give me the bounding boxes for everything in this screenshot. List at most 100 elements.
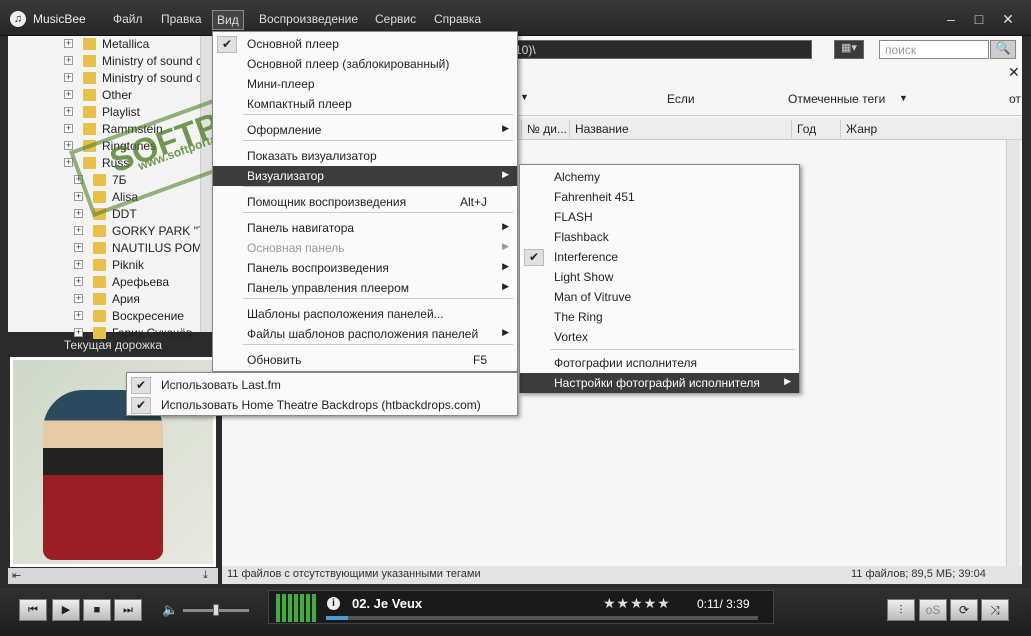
download-icon[interactable]: ⤓ bbox=[203, 569, 208, 582]
menu-view[interactable]: Вид bbox=[212, 10, 244, 30]
expand-icon[interactable]: + bbox=[64, 107, 73, 116]
collapse-icon[interactable]: ⇤ bbox=[12, 569, 21, 582]
visualizer-item[interactable]: Flashback bbox=[520, 227, 799, 247]
tree-item[interactable]: + Ministry of sound c bbox=[8, 53, 208, 70]
menu-item-label: Помощник воспроизведения bbox=[247, 195, 407, 209]
progress-bar[interactable] bbox=[326, 616, 758, 620]
column-header[interactable]: Название bbox=[575, 122, 629, 136]
play-icon[interactable]: ▶ bbox=[52, 599, 80, 621]
visualizer-item[interactable]: The Ring bbox=[520, 307, 799, 327]
view-switch-icon[interactable]: ▦▾ bbox=[834, 40, 864, 59]
volume-icon[interactable]: 🔈 bbox=[162, 602, 178, 618]
info-icon[interactable]: i bbox=[327, 597, 340, 610]
expand-icon[interactable]: + bbox=[74, 294, 83, 303]
menu-item-label: Фотографии исполнителя bbox=[554, 356, 697, 370]
expand-icon[interactable]: + bbox=[74, 277, 83, 286]
column-separator bbox=[521, 120, 522, 138]
menu-playback[interactable]: Воспроизведение bbox=[255, 10, 362, 30]
view-menu-item[interactable]: Шаблоны расположения панелей... bbox=[213, 304, 517, 324]
list-scrollbar[interactable] bbox=[1006, 140, 1020, 568]
photo-setting-item[interactable]: ✔ Использовать Last.fm bbox=[127, 375, 517, 395]
scrobble-icon[interactable]: oS bbox=[919, 599, 947, 621]
menu-help[interactable]: Справка bbox=[430, 10, 485, 30]
menu-file[interactable]: Файл bbox=[109, 10, 147, 30]
expand-icon[interactable]: + bbox=[64, 90, 73, 99]
view-menu-item[interactable]: Обновить F5 bbox=[213, 350, 517, 370]
expand-icon[interactable]: + bbox=[64, 56, 73, 65]
view-menu-item[interactable]: Компактный плеер bbox=[213, 94, 517, 114]
view-menu-item[interactable]: ✔ Основной плеер bbox=[213, 34, 517, 54]
tree-item[interactable]: + Ministry of sound c bbox=[8, 70, 208, 87]
minimize-icon[interactable]: – bbox=[941, 9, 961, 29]
artist-photos-item[interactable]: Фотографии исполнителя bbox=[520, 353, 799, 373]
shuffle-icon[interactable]: ⤨ bbox=[981, 599, 1009, 621]
view-menu-item[interactable]: Мини-плеер bbox=[213, 74, 517, 94]
column-header[interactable]: Жанр bbox=[846, 122, 877, 136]
chevron-down-icon[interactable]: ▼ bbox=[899, 93, 908, 103]
view-menu-item[interactable]: Показать визуализатор bbox=[213, 146, 517, 166]
tree-item[interactable]: + Арефьева bbox=[8, 274, 208, 291]
menu-tools[interactable]: Сервис bbox=[371, 10, 420, 30]
menu-edit[interactable]: Правка bbox=[157, 10, 206, 30]
visualizer-item[interactable]: Fahrenheit 451 bbox=[520, 187, 799, 207]
stop-icon[interactable]: ■ bbox=[83, 599, 111, 621]
column-header[interactable]: Год bbox=[797, 122, 816, 136]
close-icon[interactable]: ✕ bbox=[998, 9, 1018, 29]
equalizer-icon[interactable]: ⫶ bbox=[887, 599, 915, 621]
next-icon[interactable]: ⏭ bbox=[114, 599, 142, 621]
tree-item[interactable]: + Metallica bbox=[8, 36, 208, 53]
view-menu-item[interactable]: Панель управления плеером ▶ bbox=[213, 278, 517, 298]
view-menu-item[interactable]: Визуализатор ▶ bbox=[213, 166, 517, 186]
view-menu-item[interactable]: Панель воспроизведения ▶ bbox=[213, 258, 517, 278]
tree-item[interactable]: + Ария bbox=[8, 291, 208, 308]
menu-item-label: Мини-плеер bbox=[247, 77, 315, 91]
close-filter-icon[interactable]: ✕ bbox=[1008, 64, 1020, 81]
expand-icon[interactable]: + bbox=[74, 311, 83, 320]
tree-item[interactable]: + GORKY PARK ''TH bbox=[8, 223, 208, 240]
expand-icon[interactable]: + bbox=[64, 73, 73, 82]
visualizer-item[interactable]: Light Show bbox=[520, 267, 799, 287]
marked-tags-select[interactable]: Отмеченные теги bbox=[788, 92, 885, 106]
column-header[interactable]: № ди... bbox=[527, 122, 567, 136]
visualizer-item[interactable]: Vortex bbox=[520, 327, 799, 347]
menu-item-label: Панель управления плеером bbox=[247, 281, 410, 295]
rating-stars[interactable]: ★★★★★ bbox=[603, 595, 671, 612]
tree-item[interactable]: + NAUTILUS POMP bbox=[8, 240, 208, 257]
previous-icon[interactable]: ⏮ bbox=[19, 599, 47, 621]
view-menu-item[interactable]: Панель навигатора ▶ bbox=[213, 218, 517, 238]
expand-icon[interactable]: + bbox=[74, 328, 83, 337]
expand-icon[interactable]: + bbox=[74, 243, 83, 252]
volume-knob[interactable] bbox=[212, 604, 219, 616]
menu-item-label: Light Show bbox=[554, 270, 614, 284]
menu-separator bbox=[550, 349, 795, 350]
dropdown-icon[interactable]: ▼ bbox=[520, 92, 529, 102]
expand-icon[interactable]: + bbox=[74, 209, 83, 218]
menu-item-label: Man of Vitruve bbox=[554, 290, 632, 304]
tree-item[interactable]: + Piknik bbox=[8, 257, 208, 274]
expand-icon[interactable]: + bbox=[74, 260, 83, 269]
folder-icon bbox=[83, 38, 96, 50]
visualizer-item[interactable]: Alchemy bbox=[520, 167, 799, 187]
maximize-icon[interactable]: □ bbox=[969, 9, 989, 29]
visualizer-item[interactable]: FLASH bbox=[520, 207, 799, 227]
expand-icon[interactable]: + bbox=[74, 226, 83, 235]
search-input[interactable]: поиск bbox=[879, 40, 989, 59]
tree-item[interactable]: + Воскресение bbox=[8, 308, 208, 325]
visualizer-item[interactable]: ✔ Interference bbox=[520, 247, 799, 267]
expand-icon[interactable]: + bbox=[74, 192, 83, 201]
expand-icon[interactable]: + bbox=[64, 124, 73, 133]
path-field[interactable]: 10)\ bbox=[510, 40, 812, 59]
view-menu-item[interactable]: Помощник воспроизведения Alt+J bbox=[213, 192, 517, 212]
view-menu-item[interactable]: Оформление ▶ bbox=[213, 120, 517, 140]
photo-setting-item[interactable]: ✔ Использовать Home Theatre Backdrops (ht… bbox=[127, 395, 517, 415]
visualizer-item[interactable]: Man of Vitruve bbox=[520, 287, 799, 307]
view-menu-item[interactable]: Основная панель ▶ bbox=[213, 238, 517, 258]
repeat-icon[interactable]: ⟳ bbox=[950, 599, 978, 621]
search-icon[interactable]: 🔍 bbox=[990, 40, 1016, 59]
tree-item[interactable]: + Other bbox=[8, 87, 208, 104]
expand-icon[interactable]: + bbox=[64, 141, 73, 150]
artist-photo-settings-item[interactable]: Настройки фотографий исполнителя ▶ bbox=[520, 373, 799, 393]
expand-icon[interactable]: + bbox=[64, 39, 73, 48]
view-menu-item[interactable]: Файлы шаблонов расположения панелей ▶ bbox=[213, 324, 517, 344]
view-menu-item[interactable]: Основной плеер (заблокированный) bbox=[213, 54, 517, 74]
